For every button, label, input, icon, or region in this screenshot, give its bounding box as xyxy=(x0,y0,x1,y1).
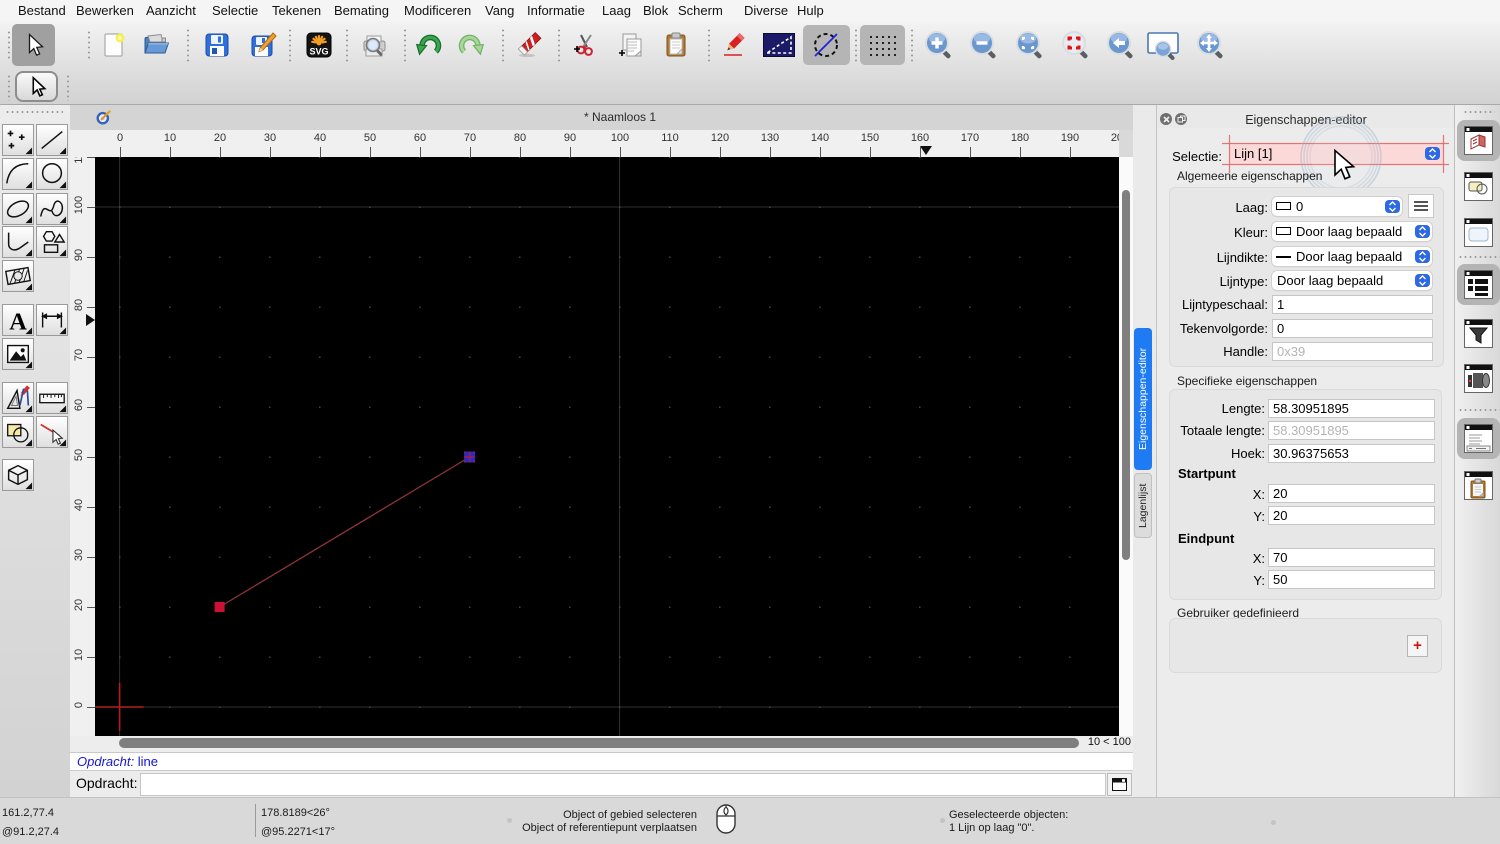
svg-text:SVG: SVG xyxy=(309,47,328,57)
svg-text:A: A xyxy=(9,308,27,335)
